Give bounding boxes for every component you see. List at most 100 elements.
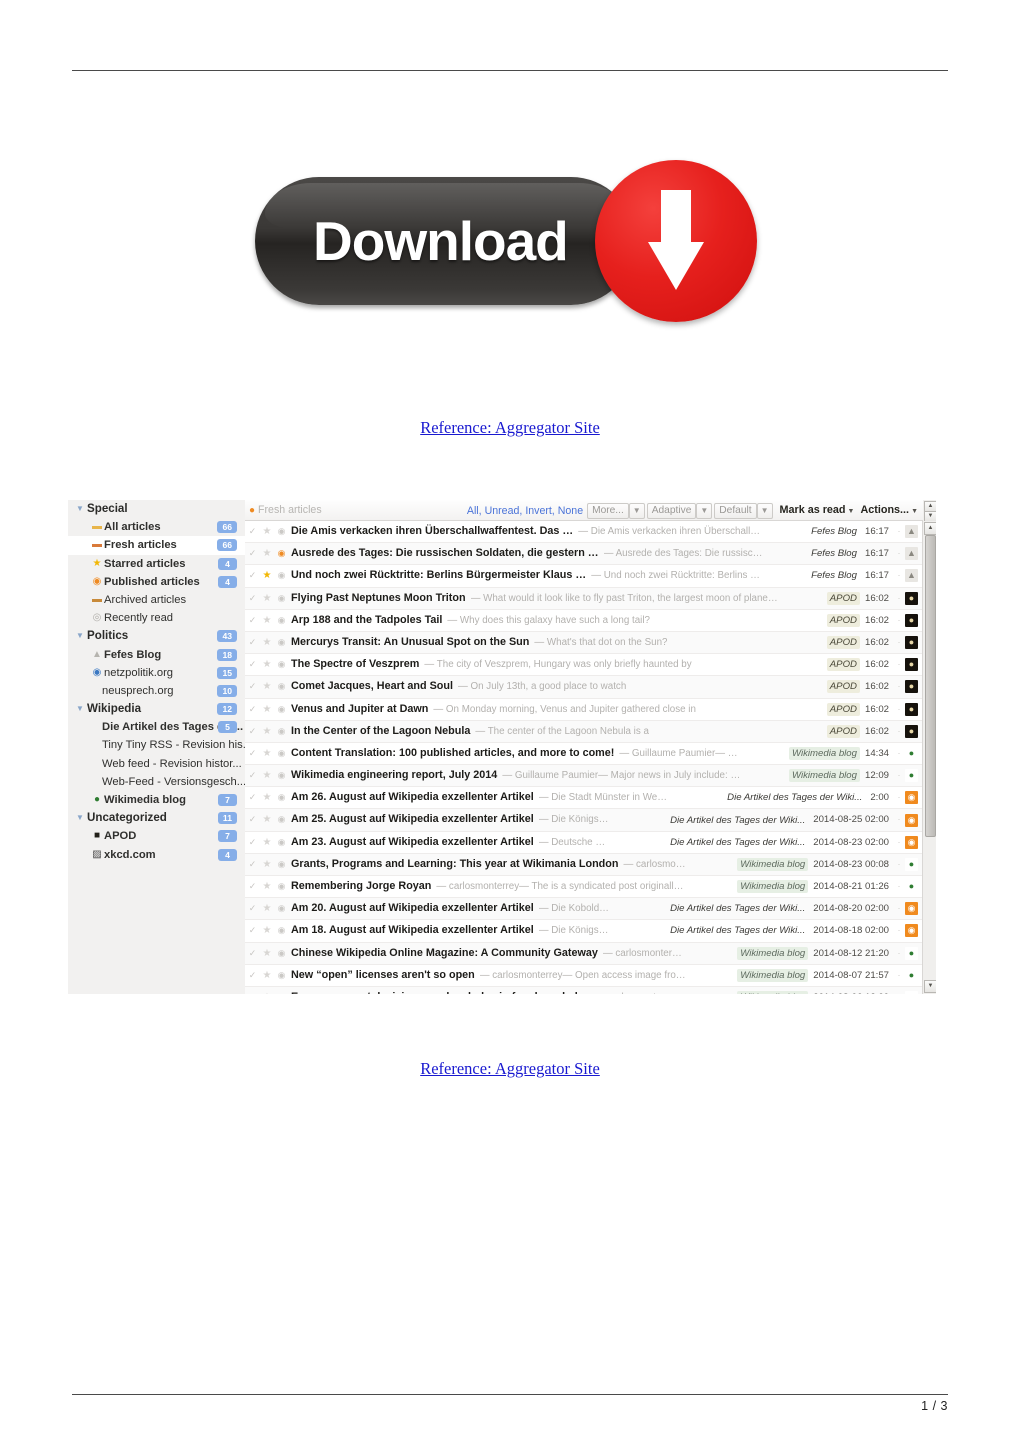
article-title[interactable]: Die Amis verkacken ihren Überschallwaffe… — [291, 521, 573, 542]
sidebar-category-politics[interactable]: ▼ Politics 43 — [68, 627, 245, 645]
article-feed-tag[interactable]: Die Artikel des Tages der Wiki... — [667, 814, 808, 827]
sort-mode-button[interactable]: Default — [714, 503, 757, 519]
article-star-icon[interactable]: ★ — [260, 543, 274, 564]
sidebar-category-special[interactable]: ▼ Special — [68, 500, 245, 518]
article-title[interactable]: Content Translation: 100 published artic… — [291, 743, 614, 764]
article-read-check-icon[interactable]: ✓ — [245, 965, 260, 986]
disclosure-triangle-icon[interactable]: ▼ — [76, 500, 87, 518]
article-star-icon[interactable]: ★ — [260, 654, 274, 675]
sidebar-item-fefes-blog[interactable]: ▲ Fefes Blog 18 — [68, 646, 245, 664]
article-feed-tag[interactable]: Die Artikel des Tages der Wiki... — [667, 902, 808, 915]
more-button[interactable]: More... — [587, 503, 629, 519]
article-read-check-icon[interactable]: ✓ — [245, 654, 260, 675]
scrollbar-up-icon[interactable]: ▲ — [924, 522, 936, 535]
article-row[interactable]: ✓ ★ ◉ The Spectre of Veszprem — The city of … — [245, 654, 922, 677]
article-feed-tag[interactable]: Die Artikel des Tages der Wiki... — [724, 791, 865, 804]
article-star-icon[interactable]: ★ — [260, 610, 274, 631]
select-unread-link[interactable]: Unread, — [485, 505, 523, 517]
article-feed-tag[interactable]: Die Artikel des Tages der Wiki... — [667, 836, 808, 849]
article-read-check-icon[interactable]: ✓ — [245, 765, 260, 786]
article-read-check-icon[interactable]: ✓ — [245, 787, 260, 808]
article-read-check-icon[interactable]: ✓ — [245, 632, 260, 653]
sidebar-item-xkcd-com[interactable]: ▨ xkcd.com 4 — [68, 846, 245, 864]
article-read-check-icon[interactable]: ✓ — [245, 699, 260, 720]
article-publish-icon[interactable]: ◉ — [274, 920, 289, 941]
article-star-icon[interactable]: ★ — [260, 765, 274, 786]
sidebar-category-wikipedia[interactable]: ▼ Wikipedia 12 — [68, 700, 245, 718]
article-star-icon[interactable]: ★ — [260, 676, 274, 697]
feed-sidebar[interactable]: ▼ Special ▬ All articles 66 ▬ Fresh articles 66… — [68, 500, 245, 994]
article-list-scrollbar[interactable]: ▲ ▼ — [922, 521, 936, 994]
scrollbar-thumb[interactable] — [925, 535, 936, 837]
article-row[interactable]: ✓ ★ ◉ Am 26. August auf Wikipedia exzellent… — [245, 787, 922, 810]
article-read-check-icon[interactable]: ✓ — [245, 854, 260, 875]
article-feed-tag[interactable]: APOD — [826, 724, 860, 738]
article-read-check-icon[interactable]: ✓ — [245, 543, 260, 564]
actions-button[interactable]: Actions... ▼ — [860, 500, 918, 522]
sidebar-item-tiny-tiny-rss-revision-his[interactable]: Tiny Tiny RSS - Revision his... — [68, 736, 245, 754]
article-list[interactable]: ✓ ★ ◉ Die Amis verkacken ihren Überschallwa… — [245, 521, 922, 994]
article-title[interactable]: Arp 188 and the Tadpoles Tail — [291, 610, 442, 631]
article-title[interactable]: Remembering Jorge Royan — [291, 876, 431, 897]
article-read-check-icon[interactable]: ✓ — [245, 809, 260, 830]
article-star-icon[interactable]: ★ — [260, 743, 274, 764]
article-feed-tag[interactable]: Wikimedia blog — [737, 880, 809, 894]
article-publish-icon[interactable]: ◉ — [274, 987, 289, 994]
reference-link-bottom[interactable]: Reference: Aggregator Site — [0, 1059, 1020, 1079]
article-publish-icon[interactable]: ◉ — [274, 676, 289, 697]
article-star-icon[interactable]: ★ — [260, 588, 274, 609]
article-row[interactable]: ✓ ★ ◉ Am 20. August auf Wikipedia exzellent… — [245, 898, 922, 921]
article-star-icon[interactable]: ★ — [260, 699, 274, 720]
article-feed-tag[interactable]: Wikimedia blog — [737, 968, 809, 982]
article-star-icon[interactable]: ★ — [260, 987, 274, 994]
article-read-check-icon[interactable]: ✓ — [245, 676, 260, 697]
article-row[interactable]: ✓ ★ ◉ Chinese Wikipedia Online Magazine: A … — [245, 942, 922, 965]
article-read-check-icon[interactable]: ✓ — [245, 610, 260, 631]
article-row[interactable]: ✓ ★ ◉ Flying Past Neptunes Moon Triton — Wha… — [245, 587, 922, 610]
article-star-icon[interactable]: ★ — [260, 787, 274, 808]
toolbar-controls[interactable]: All, Unread, Invert, None More... ▼ Adaptive ▼ D… — [467, 500, 918, 520]
article-read-check-icon[interactable]: ✓ — [245, 743, 260, 764]
article-feed-tag[interactable]: Fefes Blog — [808, 525, 860, 538]
article-star-icon[interactable]: ★ — [260, 521, 274, 542]
article-toolbar[interactable]: ● Fresh articles All, Unread, Invert, None Mo… — [245, 500, 936, 522]
article-publish-icon[interactable]: ◉ — [274, 854, 289, 875]
article-feed-tag[interactable]: APOD — [826, 658, 860, 672]
article-feed-tag[interactable]: APOD — [826, 591, 860, 605]
article-read-check-icon[interactable]: ✓ — [245, 920, 260, 941]
article-row[interactable]: ✓ ★ ◉ Und noch zwei Rücktritte: Berlins Bür… — [245, 565, 922, 588]
article-read-check-icon[interactable]: ✓ — [245, 588, 260, 609]
article-feed-tag[interactable]: Wikimedia blog — [737, 946, 809, 960]
article-row[interactable]: ✓ ★ ◉ Arp 188 and the Tadpoles Tail — Why do… — [245, 610, 922, 632]
article-feed-tag[interactable]: Die Artikel des Tages der Wiki... — [667, 924, 808, 937]
article-read-check-icon[interactable]: ✓ — [245, 943, 260, 964]
article-star-icon[interactable]: ★ — [260, 854, 274, 875]
article-title[interactable]: Am 26. August auf Wikipedia exzellenter … — [291, 787, 534, 808]
article-feed-tag[interactable]: APOD — [826, 702, 860, 716]
article-read-check-icon[interactable]: ✓ — [245, 521, 260, 542]
sidebar-item-neusprech-org[interactable]: neusprech.org 10 — [68, 682, 245, 700]
article-title[interactable]: Flying Past Neptunes Moon Triton — [291, 588, 466, 609]
article-row[interactable]: ✓ ★ ◉ Ausrede des Tages: Die russischen Sol… — [245, 543, 922, 566]
article-feed-tag[interactable]: Wikimedia blog — [737, 857, 809, 871]
article-feed-tag[interactable]: Fefes Blog — [808, 569, 860, 582]
sidebar-item-die-artikel-des-tages-der[interactable]: Die Artikel des Tages der... 5 — [68, 718, 245, 736]
select-none-link[interactable]: None — [558, 505, 583, 517]
article-row[interactable]: ✓★◉European court decision punches holes… — [245, 986, 922, 994]
sidebar-item-recently-read[interactable]: ◎ Recently read — [68, 609, 245, 627]
article-feed-tag[interactable]: APOD — [826, 636, 860, 650]
sort-mode-dropdown-arrow-icon[interactable]: ▼ — [756, 503, 773, 519]
article-row[interactable]: ✓ ★ ◉ In the Center of the Lagoon Nebula — T… — [245, 720, 922, 743]
article-publish-icon[interactable]: ◉ — [274, 521, 289, 542]
disclosure-triangle-icon[interactable]: ▼ — [76, 809, 87, 827]
article-title[interactable]: Comet Jacques, Heart and Soul — [291, 676, 453, 697]
view-mode-dropdown-arrow-icon[interactable]: ▼ — [696, 503, 713, 519]
article-publish-icon[interactable]: ◉ — [274, 765, 289, 786]
sidebar-item-starred-articles[interactable]: ★ Starred articles 4 — [68, 555, 245, 573]
article-title[interactable]: Am 20. August auf Wikipedia exzellenter … — [291, 898, 534, 919]
toolbar-scroll-stepper[interactable]: ▲ ▼ — [923, 500, 936, 522]
article-publish-icon[interactable]: ◉ — [274, 654, 289, 675]
article-row[interactable]: ✓ ★ ◉ Grants, Programs and Learning: This y… — [245, 853, 922, 876]
sidebar-item-netzpolitik-org[interactable]: ◉ netzpolitik.org 15 — [68, 664, 245, 682]
article-publish-icon[interactable]: ◉ — [274, 610, 289, 631]
